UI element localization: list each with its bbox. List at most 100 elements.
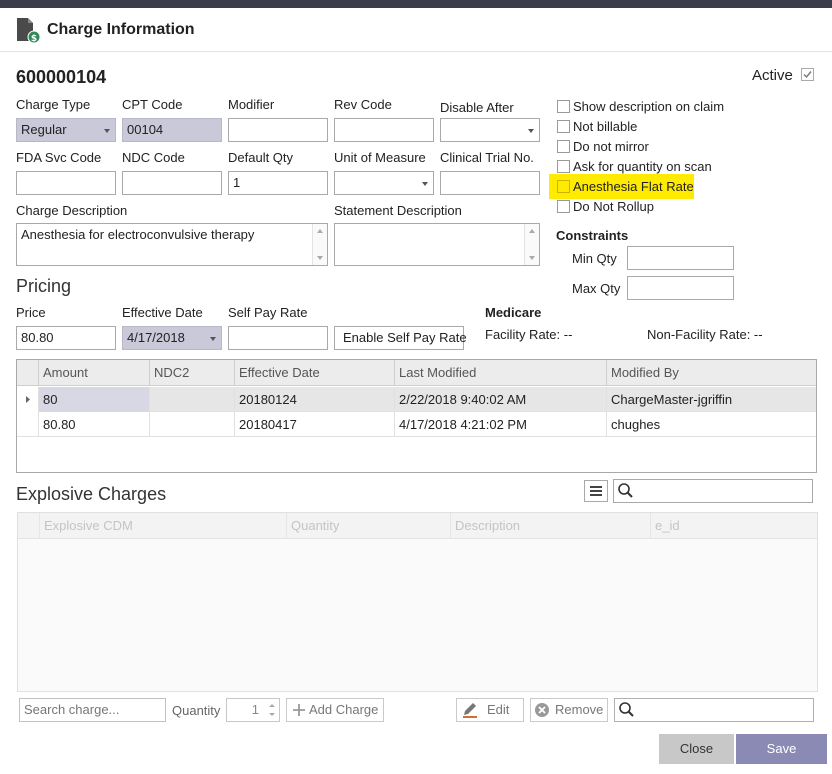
- default-qty-input[interactable]: 1: [228, 171, 328, 195]
- column-header-ndc2[interactable]: NDC2: [150, 360, 235, 386]
- add-charge-label: Add Charge: [309, 702, 379, 717]
- column-header-effective-date[interactable]: Effective Date: [235, 360, 395, 386]
- clinical-trial-no-input[interactable]: [440, 171, 540, 195]
- quantity-value: 1: [251, 702, 259, 717]
- column-header-e-id: e_id: [655, 518, 680, 533]
- cell-last-modified[interactable]: 4/17/2018 4:21:02 PM: [395, 412, 607, 437]
- scroll-down-icon[interactable]: [529, 256, 535, 260]
- table-row[interactable]: 80 20180124 2/22/2018 9:40:02 AM ChargeM…: [17, 387, 816, 412]
- max-qty-input[interactable]: [627, 276, 734, 300]
- cpt-code-label: CPT Code: [122, 97, 183, 112]
- default-qty-label: Default Qty: [228, 150, 294, 165]
- search-charge-input[interactable]: Search charge...: [19, 698, 166, 722]
- column-header-amount[interactable]: Amount: [39, 360, 150, 386]
- modifier-input[interactable]: [228, 118, 328, 142]
- charge-description-value: Anesthesia for electroconvulsive therapy: [21, 227, 255, 242]
- scroll-up-icon[interactable]: [529, 229, 535, 233]
- anesthesia-flat-rate-checkbox[interactable]: [557, 180, 570, 193]
- cell-ndc2[interactable]: [150, 387, 235, 412]
- chevron-down-icon: [210, 337, 216, 341]
- rev-code-label: Rev Code: [334, 97, 392, 112]
- charge-description-textarea[interactable]: Anesthesia for electroconvulsive therapy: [16, 223, 328, 266]
- effective-date-label: Effective Date: [122, 305, 203, 320]
- cell-amount[interactable]: 80: [39, 387, 150, 412]
- column-header-modified-by[interactable]: Modified By: [607, 360, 816, 386]
- effective-date-value: 4/17/2018: [127, 330, 185, 345]
- disable-after-label: Disable After: [440, 100, 514, 115]
- constraints-title: Constraints: [556, 228, 629, 243]
- charge-type-select[interactable]: Regular: [16, 118, 116, 142]
- cell-modified-by[interactable]: ChargeMaster-jgriffin: [607, 387, 816, 412]
- min-qty-label: Min Qty: [572, 251, 617, 266]
- self-pay-rate-input[interactable]: [228, 326, 328, 350]
- pencil-icon: [463, 703, 477, 718]
- fda-svc-code-input[interactable]: [16, 171, 116, 195]
- clinical-trial-no-label: Clinical Trial No.: [440, 150, 534, 165]
- remove-button[interactable]: Remove: [530, 698, 608, 722]
- unit-of-measure-label: Unit of Measure: [334, 150, 426, 165]
- column-header-quantity: Quantity: [287, 513, 451, 539]
- chevron-down-icon: [422, 182, 428, 186]
- row-indicator-header: [18, 513, 40, 539]
- window-top-bar: [0, 0, 832, 8]
- show-description-checkbox[interactable]: [557, 100, 570, 113]
- column-chooser-button[interactable]: [584, 480, 608, 502]
- self-pay-rate-label: Self Pay Rate: [228, 305, 308, 320]
- fda-svc-code-label: FDA Svc Code: [16, 150, 102, 165]
- ask-quantity-checkbox[interactable]: [557, 160, 570, 173]
- close-button[interactable]: Close: [659, 734, 734, 764]
- explosive-charges-title: Explosive Charges: [16, 484, 167, 504]
- edit-button[interactable]: Edit: [456, 698, 524, 722]
- grid-header: Explosive CDM Quantity Description e_id: [18, 513, 817, 539]
- bottom-search-input[interactable]: [614, 698, 814, 722]
- charge-type-label: Charge Type: [16, 97, 91, 112]
- cell-effective-date[interactable]: 20180124: [235, 387, 395, 412]
- statement-description-textarea[interactable]: [334, 223, 540, 266]
- add-charge-button[interactable]: Add Charge: [286, 698, 384, 722]
- non-facility-rate: Non-Facility Rate: --: [647, 327, 763, 342]
- scroll-up-icon[interactable]: [317, 229, 323, 233]
- show-description-label: Show description on claim: [573, 99, 725, 114]
- ndc-code-input[interactable]: [122, 171, 222, 195]
- rev-code-input[interactable]: [334, 118, 434, 142]
- current-row-arrow-icon: [26, 396, 30, 403]
- do-not-rollup-checkbox[interactable]: [557, 200, 570, 213]
- scroll-down-icon[interactable]: [317, 256, 323, 260]
- min-qty-input[interactable]: [627, 246, 734, 270]
- textarea-scrollbar[interactable]: [312, 224, 327, 265]
- cell-modified-by[interactable]: chughes: [607, 412, 816, 437]
- max-qty-label: Max Qty: [572, 281, 621, 296]
- charge-description-label: Charge Description: [16, 203, 128, 218]
- table-row[interactable]: 80.80 20180417 4/17/2018 4:21:02 PM chug…: [17, 412, 816, 437]
- cell-ndc2[interactable]: [150, 412, 235, 437]
- explosive-search-input[interactable]: [613, 479, 813, 503]
- menu-icon: [590, 486, 602, 496]
- price-input[interactable]: 80.80: [16, 326, 116, 350]
- disable-after-select[interactable]: [440, 118, 540, 142]
- plus-icon: [293, 704, 305, 716]
- cpt-code-input[interactable]: 00104: [122, 118, 222, 142]
- remove-circle-icon: [535, 703, 549, 717]
- do-not-mirror-checkbox[interactable]: [557, 140, 570, 153]
- checkmark-icon: [803, 71, 812, 79]
- textarea-scrollbar[interactable]: [524, 224, 539, 265]
- stepper-arrows-icon[interactable]: [267, 700, 277, 720]
- cell-amount[interactable]: 80.80: [39, 412, 150, 437]
- save-button[interactable]: Save: [736, 734, 827, 764]
- dialog-title: Charge Information: [47, 21, 195, 38]
- price-label: Price: [16, 305, 46, 320]
- do-not-rollup-label: Do Not Rollup: [573, 199, 654, 214]
- active-checkbox[interactable]: [801, 68, 814, 81]
- not-billable-checkbox[interactable]: [557, 120, 570, 133]
- cell-last-modified[interactable]: 2/22/2018 9:40:02 AM: [395, 387, 607, 412]
- edit-label: Edit: [487, 702, 510, 717]
- column-header-last-modified[interactable]: Last Modified: [395, 360, 607, 386]
- unit-of-measure-select[interactable]: [334, 171, 434, 195]
- effective-date-select[interactable]: 4/17/2018: [122, 326, 222, 350]
- anesthesia-flat-rate-label: Anesthesia Flat Rate: [573, 179, 694, 194]
- quantity-stepper[interactable]: 1: [226, 698, 280, 722]
- cell-effective-date[interactable]: 20180417: [235, 412, 395, 437]
- enable-self-pay-button[interactable]: Enable Self Pay Rate: [334, 326, 467, 350]
- chevron-down-icon: [528, 129, 534, 133]
- svg-text:$: $: [31, 34, 37, 44]
